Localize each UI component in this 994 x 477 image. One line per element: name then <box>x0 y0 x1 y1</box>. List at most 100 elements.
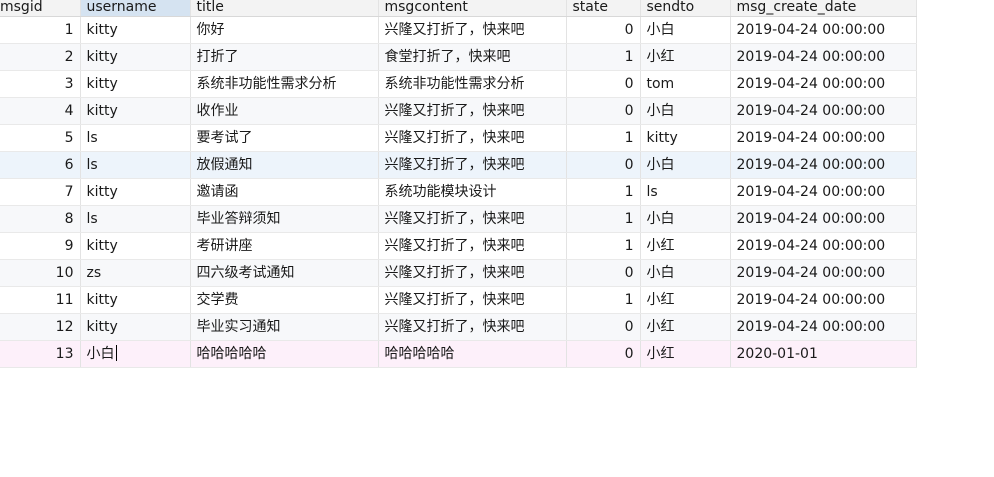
cell-username[interactable]: kitty <box>80 313 191 341</box>
cell-sendto[interactable]: 小白 <box>640 259 731 287</box>
cell-username[interactable]: kitty <box>80 178 191 206</box>
cell-msgid[interactable]: 10 <box>0 259 81 287</box>
cell-title[interactable]: 收作业 <box>190 97 379 125</box>
cell-msg-create-date[interactable]: 2019-04-24 00:00:00 <box>730 313 917 341</box>
cell-title[interactable]: 毕业实习通知 <box>190 313 379 341</box>
cell-username[interactable]: kitty <box>80 286 191 314</box>
cell-state[interactable]: 1 <box>566 124 641 152</box>
cell-state[interactable]: 1 <box>566 43 641 71</box>
table-row[interactable]: 6 ls 放假通知 兴隆又打折了，快来吧 0 小白 2019-04-24 00:00:00 <box>0 151 917 179</box>
cell-sendto[interactable]: 小红 <box>640 313 731 341</box>
cell-msgid[interactable]: 5 <box>0 124 81 152</box>
cell-msgid[interactable]: 13 <box>0 340 81 368</box>
cell-msgcontent[interactable]: 兴隆又打折了，快来吧 <box>378 205 567 233</box>
table-row[interactable]: 1 kitty 你好 兴隆又打折了，快来吧 0 小白 2019-04-24 00:00:00 <box>0 16 917 44</box>
cell-state[interactable]: 0 <box>566 16 641 44</box>
cell-state[interactable]: 0 <box>566 151 641 179</box>
cell-title[interactable]: 四六级考试通知 <box>190 259 379 287</box>
cell-msgid[interactable]: 4 <box>0 97 81 125</box>
cell-state[interactable]: 0 <box>566 340 641 368</box>
cell-msgcontent[interactable]: 兴隆又打折了，快来吧 <box>378 313 567 341</box>
cell-sendto[interactable]: tom <box>640 70 731 98</box>
cell-msgcontent[interactable]: 系统功能模块设计 <box>378 178 567 206</box>
cell-msg-create-date[interactable]: 2019-04-24 00:00:00 <box>730 178 917 206</box>
cell-msgcontent[interactable]: 兴隆又打折了，快来吧 <box>378 124 567 152</box>
cell-sendto[interactable]: ls <box>640 178 731 206</box>
cell-username[interactable]: 小白 <box>80 340 191 368</box>
cell-title[interactable]: 毕业答辩须知 <box>190 205 379 233</box>
cell-username[interactable]: kitty <box>80 16 191 44</box>
cell-msg-create-date[interactable]: 2019-04-24 00:00:00 <box>730 259 917 287</box>
cell-title[interactable]: 系统非功能性需求分析 <box>190 70 379 98</box>
column-header-msgcontent[interactable]: msgcontent <box>378 0 567 17</box>
cell-msgid[interactable]: 11 <box>0 286 81 314</box>
cell-msgid[interactable]: 6 <box>0 151 81 179</box>
cell-username[interactable]: ls <box>80 205 191 233</box>
cell-state[interactable]: 0 <box>566 313 641 341</box>
cell-sendto[interactable]: 小白 <box>640 151 731 179</box>
cell-sendto[interactable]: 小红 <box>640 232 731 260</box>
cell-sendto[interactable]: 小红 <box>640 286 731 314</box>
cell-title[interactable]: 哈哈哈哈哈 <box>190 340 379 368</box>
cell-msgid[interactable]: 3 <box>0 70 81 98</box>
cell-title[interactable]: 考研讲座 <box>190 232 379 260</box>
cell-title[interactable]: 要考试了 <box>190 124 379 152</box>
column-header-msgid[interactable]: msgid <box>0 0 81 17</box>
cell-msgid[interactable]: 1 <box>0 16 81 44</box>
table-row[interactable]: 13 小白 哈哈哈哈哈 哈哈哈哈哈 0 小红 2020-01-01 <box>0 340 917 368</box>
cell-msg-create-date[interactable]: 2019-04-24 00:00:00 <box>730 124 917 152</box>
cell-msgcontent[interactable]: 兴隆又打折了，快来吧 <box>378 286 567 314</box>
table-row[interactable]: 8 ls 毕业答辩须知 兴隆又打折了，快来吧 1 小白 2019-04-24 00:00:0… <box>0 205 917 233</box>
cell-username[interactable]: ls <box>80 124 191 152</box>
column-header-msg-create-date[interactable]: msg_create_date <box>730 0 917 17</box>
cell-msgid[interactable]: 2 <box>0 43 81 71</box>
cell-msgid[interactable]: 9 <box>0 232 81 260</box>
cell-msgcontent[interactable]: 兴隆又打折了，快来吧 <box>378 97 567 125</box>
cell-msgcontent[interactable]: 食堂打折了，快来吧 <box>378 43 567 71</box>
cell-state[interactable]: 1 <box>566 205 641 233</box>
table-row[interactable]: 3 kitty 系统非功能性需求分析 系统非功能性需求分析 0 tom 2019-04-24… <box>0 70 917 98</box>
table-row[interactable]: 5 ls 要考试了 兴隆又打折了，快来吧 1 kitty 2019-04-24 00:00:… <box>0 124 917 152</box>
column-header-title[interactable]: title <box>190 0 379 17</box>
cell-username[interactable]: zs <box>80 259 191 287</box>
cell-msgid[interactable]: 12 <box>0 313 81 341</box>
cell-state[interactable]: 1 <box>566 178 641 206</box>
cell-state[interactable]: 0 <box>566 70 641 98</box>
cell-msg-create-date[interactable]: 2019-04-24 00:00:00 <box>730 97 917 125</box>
cell-msg-create-date[interactable]: 2020-01-01 <box>730 340 917 368</box>
cell-msgcontent[interactable]: 兴隆又打折了，快来吧 <box>378 16 567 44</box>
cell-state[interactable]: 0 <box>566 259 641 287</box>
cell-msg-create-date[interactable]: 2019-04-24 00:00:00 <box>730 43 917 71</box>
cell-msg-create-date[interactable]: 2019-04-24 00:00:00 <box>730 151 917 179</box>
cell-title[interactable]: 打折了 <box>190 43 379 71</box>
cell-msg-create-date[interactable]: 2019-04-24 00:00:00 <box>730 205 917 233</box>
column-header-username[interactable]: username <box>80 0 191 17</box>
cell-sendto[interactable]: 小白 <box>640 16 731 44</box>
cell-title[interactable]: 你好 <box>190 16 379 44</box>
table-row[interactable]: 10 zs 四六级考试通知 兴隆又打折了，快来吧 0 小白 2019-04-24 00:00… <box>0 259 917 287</box>
cell-username[interactable]: kitty <box>80 97 191 125</box>
cell-msgcontent[interactable]: 兴隆又打折了，快来吧 <box>378 259 567 287</box>
cell-username[interactable]: kitty <box>80 232 191 260</box>
table-row[interactable]: 11 kitty 交学费 兴隆又打折了，快来吧 1 小红 2019-04-24 00:00:… <box>0 286 917 314</box>
cell-sendto[interactable]: kitty <box>640 124 731 152</box>
table-row[interactable]: 4 kitty 收作业 兴隆又打折了，快来吧 0 小白 2019-04-24 00:00:0… <box>0 97 917 125</box>
cell-state[interactable]: 0 <box>566 97 641 125</box>
cell-msgcontent[interactable]: 兴隆又打折了，快来吧 <box>378 232 567 260</box>
cell-sendto[interactable]: 小白 <box>640 97 731 125</box>
cell-msg-create-date[interactable]: 2019-04-24 00:00:00 <box>730 70 917 98</box>
cell-title[interactable]: 邀请函 <box>190 178 379 206</box>
table-row[interactable]: 2 kitty 打折了 食堂打折了，快来吧 1 小红 2019-04-24 00:00:00 <box>0 43 917 71</box>
cell-msg-create-date[interactable]: 2019-04-24 00:00:00 <box>730 232 917 260</box>
cell-msg-create-date[interactable]: 2019-04-24 00:00:00 <box>730 16 917 44</box>
cell-sendto[interactable]: 小红 <box>640 340 731 368</box>
cell-username[interactable]: kitty <box>80 70 191 98</box>
cell-username[interactable]: ls <box>80 151 191 179</box>
cell-state[interactable]: 1 <box>566 286 641 314</box>
cell-title[interactable]: 放假通知 <box>190 151 379 179</box>
table-row[interactable]: 7 kitty 邀请函 系统功能模块设计 1 ls 2019-04-24 00:00:00 <box>0 178 917 206</box>
cell-sendto[interactable]: 小白 <box>640 205 731 233</box>
cell-msgid[interactable]: 7 <box>0 178 81 206</box>
column-header-state[interactable]: state <box>566 0 641 17</box>
cell-username[interactable]: kitty <box>80 43 191 71</box>
